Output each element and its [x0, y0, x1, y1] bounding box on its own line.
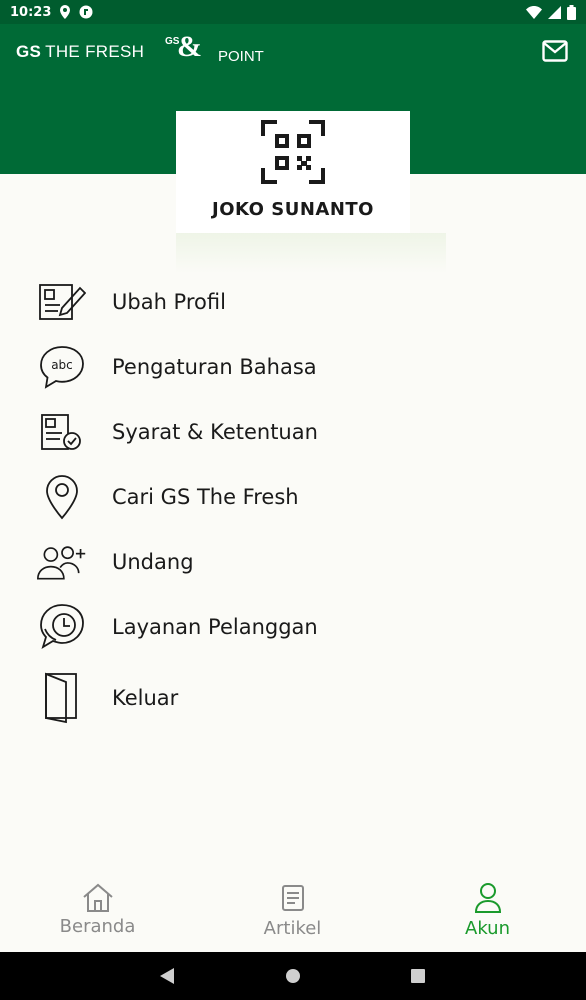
battery-icon [567, 4, 576, 20]
customer-service-icon [36, 601, 88, 653]
card-shadow [176, 233, 446, 273]
status-time: 10:23 [10, 4, 52, 20]
app-notification-icon [79, 5, 93, 19]
menu-item-undang[interactable]: Undang [0, 532, 586, 592]
account-icon [470, 880, 506, 916]
menu-item-label: Pengaturan Bahasa [112, 355, 317, 379]
home-icon [80, 880, 116, 916]
svg-text:abc: abc [51, 358, 73, 372]
brand-name: THE FRESH [45, 42, 145, 61]
menu-item-cari-gs[interactable]: Cari GS The Fresh [0, 467, 586, 527]
home-circle-icon[interactable] [281, 964, 305, 988]
point-logo-amp: & [177, 30, 202, 63]
location-pin-icon [36, 471, 88, 523]
mail-icon[interactable] [542, 40, 568, 62]
logout-door-icon [36, 672, 88, 724]
back-icon[interactable] [155, 964, 179, 988]
article-icon [275, 880, 311, 916]
tab-artikel[interactable]: Artikel [195, 872, 390, 952]
tab-label: Artikel [263, 918, 322, 939]
menu-item-layanan-pelanggan[interactable]: Layanan Pelanggan [0, 597, 586, 657]
menu-item-label: Syarat & Ketentuan [112, 420, 318, 444]
edit-profile-icon [36, 276, 88, 328]
tab-beranda[interactable]: Beranda [0, 872, 195, 952]
menu-item-syarat-ketentuan[interactable]: Syarat & Ketentuan [0, 402, 586, 462]
point-logo-text: POINT [218, 48, 264, 65]
menu-item-label: Keluar [112, 686, 179, 710]
wifi-icon [526, 5, 542, 19]
system-navigation-bar [0, 952, 586, 1000]
invite-users-icon [36, 536, 88, 588]
member-qr-card[interactable]: JOKO SUNANTO [176, 111, 410, 233]
gs-the-fresh-logo: GS THE FRESH [16, 42, 144, 62]
location-status-icon [60, 5, 71, 19]
tab-label: Akun [465, 918, 510, 939]
menu-item-label: Cari GS The Fresh [112, 485, 299, 509]
member-name: JOKO SUNANTO [212, 199, 374, 220]
terms-document-icon [36, 406, 88, 458]
brand-prefix: GS [16, 42, 42, 61]
menu-item-keluar[interactable]: Keluar [0, 668, 586, 728]
language-abc-icon: abc [36, 341, 88, 393]
bottom-navigation: Beranda Artikel Akun [0, 872, 586, 952]
qr-code-icon [261, 120, 325, 184]
menu-item-label: Layanan Pelanggan [112, 615, 318, 639]
recents-square-icon[interactable] [406, 964, 430, 988]
tab-label: Beranda [59, 916, 136, 937]
signal-icon [548, 5, 561, 19]
gs-point-logo: GS & POINT [163, 30, 273, 70]
menu-item-ubah-profil[interactable]: Ubah Profil [0, 272, 586, 332]
menu-item-label: Ubah Profil [112, 290, 226, 314]
menu-item-label: Undang [112, 550, 194, 574]
status-bar: 10:23 [0, 0, 586, 24]
tab-akun[interactable]: Akun [390, 872, 585, 952]
menu-item-pengaturan-bahasa[interactable]: abc Pengaturan Bahasa [0, 337, 586, 397]
